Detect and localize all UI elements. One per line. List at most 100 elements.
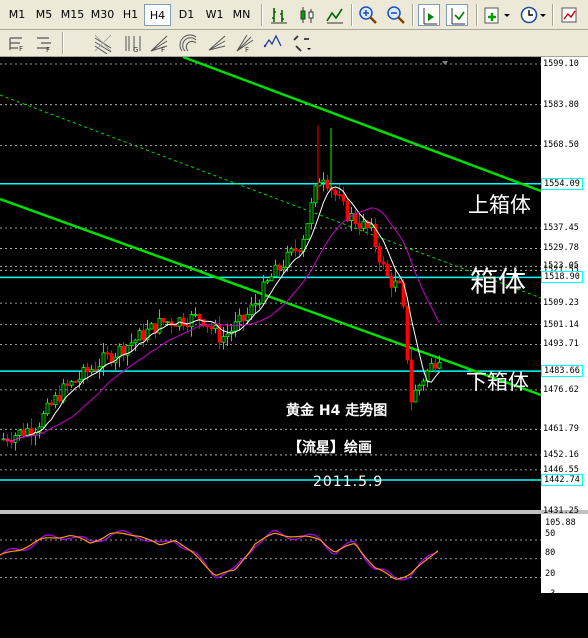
bearish-candle — [353, 213, 358, 224]
bullish-candle — [165, 321, 170, 324]
timeframe-m1-button[interactable]: M1 — [4, 4, 30, 26]
price-label: 1501.14 — [543, 319, 579, 330]
bearish-candle — [161, 317, 166, 323]
fibonacci-channel-icon[interactable] — [92, 32, 114, 54]
period-clock-icon[interactable] — [518, 4, 548, 26]
svg-text:F: F — [46, 46, 50, 54]
bullish-candle — [413, 389, 418, 403]
bullish-candle — [437, 361, 442, 369]
zoom-out-icon[interactable] — [385, 4, 407, 26]
price-label: 1568.50 — [543, 140, 579, 151]
bullish-candle — [245, 314, 250, 321]
bullish-candle — [265, 280, 270, 283]
bearish-candle — [325, 179, 330, 189]
price-label: 1452.16 — [543, 449, 579, 460]
autoscroll-icon[interactable] — [446, 4, 468, 26]
bearish-candle — [333, 189, 338, 196]
bearish-candle — [49, 402, 54, 405]
bearish-candle — [181, 317, 186, 327]
bearish-candle — [277, 264, 282, 271]
bearish-candle — [197, 313, 202, 320]
zoom-in-icon[interactable] — [357, 4, 379, 26]
bearish-candle — [185, 325, 190, 328]
fibonacci-arcs-icon[interactable] — [177, 32, 199, 54]
toolbar-separator — [351, 4, 353, 26]
andrews-pitchfork-icon[interactable] — [206, 32, 228, 54]
bearish-candle — [205, 325, 210, 328]
box-annotation: 箱体 — [470, 265, 527, 298]
line-chart-icon[interactable] — [324, 4, 346, 26]
upper-channel-line — [182, 57, 542, 193]
toolbar-separator — [261, 4, 263, 26]
bearish-candle — [241, 314, 246, 321]
bearish-candle — [433, 363, 438, 369]
bearish-candle — [141, 330, 146, 341]
bullish-candle — [313, 185, 318, 204]
elliott-wave-icon[interactable] — [262, 32, 284, 54]
price-label: 1599.10 — [543, 59, 579, 69]
svg-text:G: G — [133, 46, 138, 54]
arrows-dropdown-icon[interactable] — [290, 32, 312, 54]
fibonacci-expansion-icon[interactable]: F — [33, 32, 55, 54]
timeframe-h4-button[interactable]: H4 — [144, 4, 171, 26]
timeframe-mn-button[interactable]: MN — [228, 4, 255, 26]
timeframe-w1-button[interactable]: W1 — [202, 4, 227, 26]
bullish-candle — [237, 314, 242, 323]
bearish-candle — [381, 261, 386, 265]
bullish-candle — [149, 323, 154, 330]
bullish-candle — [41, 413, 46, 428]
stochastic-signal-line — [0, 529, 439, 581]
fibonacci-time-zones-icon[interactable]: G — [121, 32, 143, 54]
bullish-candle — [25, 428, 30, 436]
new-order-icon[interactable] — [482, 4, 512, 26]
candlestick-icon[interactable] — [296, 4, 318, 26]
indicator-level-label: 20 — [545, 569, 556, 579]
price-label: 1493.71 — [543, 339, 579, 350]
bearish-candle — [173, 324, 178, 327]
bullish-candle — [417, 384, 422, 391]
bullish-candle — [137, 330, 142, 341]
price-label: 1385.35 — [543, 627, 579, 638]
bullish-candle — [261, 281, 266, 304]
channel-midline — [0, 94, 542, 299]
toolbar-separator — [412, 4, 414, 26]
bearish-candle — [65, 383, 70, 386]
bullish-candle — [321, 179, 326, 183]
price-chart[interactable] — [0, 57, 588, 593]
bullish-candle — [193, 313, 198, 316]
gann-fan-icon[interactable]: F — [233, 32, 255, 54]
price-axis: 1599.10 1583.80 1568.50 1537.45 1529.78 1523.… — [541, 57, 588, 638]
chart-shift-icon[interactable] — [418, 4, 440, 26]
timeframe-d1-button[interactable]: D1 — [173, 4, 200, 26]
bearish-candle — [409, 359, 414, 403]
bullish-candle — [257, 303, 262, 305]
toolbar-separator — [476, 4, 478, 26]
lower-box-annotation: 下箱体 — [466, 370, 529, 394]
bullish-candle — [281, 267, 286, 271]
timeframe-m30-button[interactable]: M30 — [88, 4, 117, 26]
price-label: 1537.45 — [543, 223, 579, 234]
svg-text:F: F — [19, 45, 23, 53]
bullish-candle — [17, 429, 22, 436]
svg-text:F: F — [245, 46, 249, 54]
bearish-candle — [337, 194, 342, 197]
drawing-toolbar: FFGFF — [0, 30, 588, 57]
timeframe-m5-button[interactable]: M5 — [31, 4, 57, 26]
bullish-candle — [101, 352, 106, 368]
author-annotation: 【流星】绘画 — [288, 440, 372, 456]
fibonacci-fan-icon[interactable]: F — [148, 32, 170, 54]
indicator-level-label: -3 — [545, 589, 556, 599]
bullish-candle — [157, 317, 162, 334]
timeframe-m15-button[interactable]: M15 — [58, 4, 87, 26]
pane-separator — [0, 510, 588, 514]
bullish-candle — [269, 276, 274, 282]
timeframe-h1-button[interactable]: H1 — [118, 4, 143, 26]
bearish-candle — [385, 263, 390, 277]
bearish-candle — [297, 250, 302, 253]
bearish-candle — [93, 369, 98, 371]
fibonacci-retracement-icon[interactable]: F — [6, 32, 28, 54]
bullish-candle — [221, 336, 226, 343]
bar-chart-icon[interactable] — [268, 4, 290, 26]
chart-settings-icon[interactable] — [558, 4, 580, 26]
price-label: 1529.78 — [543, 243, 579, 254]
